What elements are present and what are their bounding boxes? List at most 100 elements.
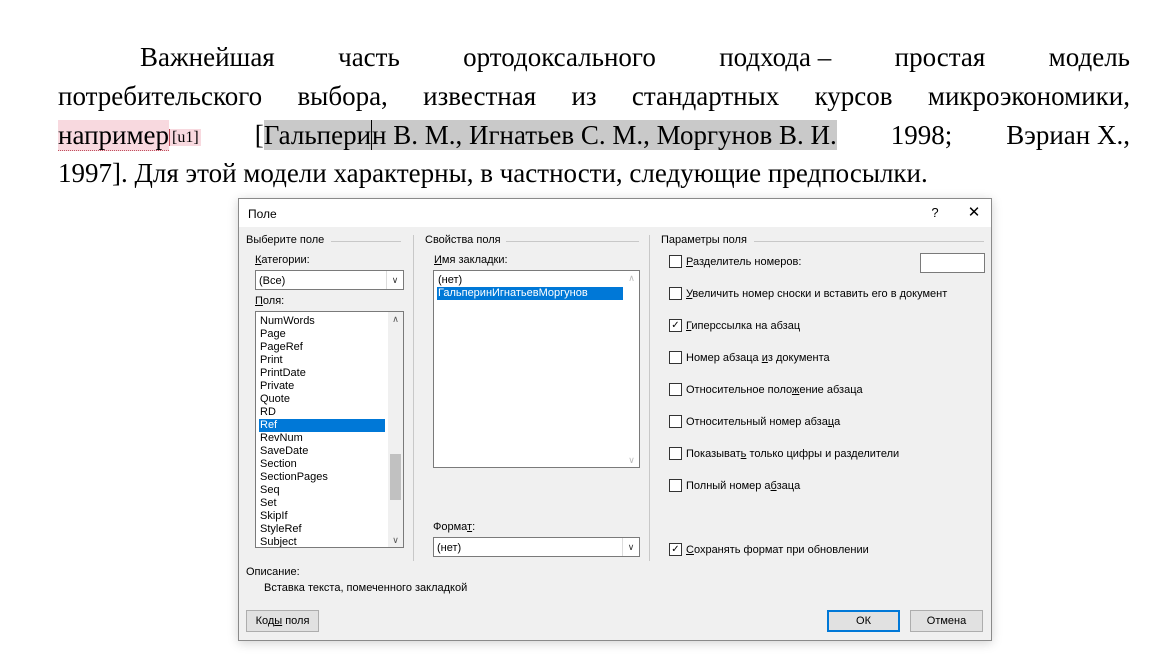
section-divider: [649, 235, 650, 561]
field-list-item[interactable]: PageRef: [259, 341, 385, 354]
section-divider: [506, 241, 639, 242]
chevron-down-icon[interactable]: ∨: [622, 538, 639, 556]
line-1-words: Важнейшая часть ортодоксального подхода – пр…: [140, 40, 1130, 74]
format-dropdown[interactable]: (нет) ∨: [433, 537, 640, 557]
checkbox-checked[interactable]: ✓: [669, 319, 682, 332]
categories-value: (Все): [259, 275, 286, 287]
word: ортодоксального: [463, 42, 656, 72]
number-separator-input[interactable]: [920, 253, 985, 273]
cancel-button[interactable]: Отмена: [910, 610, 983, 632]
checkbox-checked[interactable]: ✓: [669, 543, 682, 556]
word: простая: [894, 42, 986, 72]
bookmark-scrollbar[interactable]: ∧ ∨: [624, 271, 639, 467]
paragraph-line-3: например [u1] [Гальперин В. М., Игнатьев …: [58, 118, 1130, 152]
paragraph-line-4: 1997]. Для этой модели характерны, в час…: [58, 158, 928, 188]
paragraph-line-1: Важнейшая часть ортодоксального подхода – пр…: [140, 40, 1130, 74]
field-list-item[interactable]: Print: [259, 354, 385, 367]
description-text: Вставка текста, помеченного закладкой: [264, 582, 468, 594]
checkmark-icon: ✓: [671, 320, 680, 331]
categories-dropdown[interactable]: (Все) ∨: [255, 270, 404, 290]
field-list-item[interactable]: Private: [259, 380, 385, 393]
field-list-item[interactable]: Ref: [259, 419, 385, 432]
word: подхода –: [719, 42, 832, 72]
field-list-item[interactable]: Section: [259, 458, 385, 471]
citation-shaded-part2: н В. М., Игнатьев С. М., Моргунов В. И.: [371, 120, 837, 150]
word: выбора,: [297, 81, 388, 111]
option-label: Относительный номер абзаца: [686, 416, 841, 428]
citation-field[interactable]: [Гальперин В. М., Игнатьев С. М., Моргун…: [255, 118, 837, 155]
fields-listbox[interactable]: Subject StyleRef SkipIf Set Seq SectionPages S…: [255, 311, 404, 548]
option-label: Полный номер абзаца: [686, 480, 801, 492]
choose-field-title: Выберите поле: [246, 234, 325, 246]
field-list-item[interactable]: Set: [259, 497, 385, 510]
word: курсов: [814, 81, 893, 111]
option-label: Номер абзаца из документа: [686, 352, 830, 364]
option-label: Разделитель номеров:: [686, 256, 802, 268]
field-dialog: Поле ? ✕ Выберите поле Категории: (Все) …: [238, 198, 992, 641]
scroll-up-icon[interactable]: ∧: [388, 312, 403, 326]
comment-reference[interactable]: [u1]: [169, 128, 201, 146]
scroll-thumb[interactable]: [390, 454, 401, 500]
section-divider: [331, 241, 401, 242]
field-list-item[interactable]: NumWords: [259, 315, 385, 328]
section-divider: [413, 235, 414, 561]
option-label: Показывать только цифры и разделители: [686, 448, 900, 460]
field-list-item[interactable]: SectionPages: [259, 471, 385, 484]
ok-button[interactable]: ОК: [827, 610, 900, 632]
format-label: Формат:: [433, 521, 476, 533]
checkbox-unchecked[interactable]: [669, 383, 682, 396]
word: Вэриан Х.,: [1006, 120, 1130, 150]
option-label: Увеличить номер сноски и вставить его в …: [686, 288, 948, 300]
field-list-item[interactable]: RevNum: [259, 432, 385, 445]
checkbox-unchecked[interactable]: [669, 447, 682, 460]
word: известная: [423, 81, 537, 111]
field-list-item[interactable]: RD: [259, 406, 385, 419]
help-button[interactable]: ?: [923, 202, 947, 224]
word: стандартных: [631, 81, 780, 111]
field-list-item[interactable]: Subject: [259, 536, 385, 547]
format-value: (нет): [437, 542, 462, 554]
fields-label: Поля:: [255, 295, 285, 307]
checkmark-icon: ✓: [671, 544, 680, 555]
bookmark-list-item[interactable]: ГальперинИгнатьевМоргунов: [437, 287, 623, 300]
checkbox-unchecked[interactable]: [669, 479, 682, 492]
chevron-down-icon[interactable]: ∨: [386, 271, 403, 289]
bookmark-list-item[interactable]: (нет): [437, 274, 623, 287]
citation-shaded-part1: Гальпери: [263, 120, 372, 150]
bookmark-listbox[interactable]: ГальперинИгнатьевМоргунов (нет) ∧ ∨: [433, 270, 640, 468]
categories-label: Категории:: [255, 254, 310, 266]
bookmark-name-label: Имя закладки:: [434, 254, 508, 266]
scroll-down-icon[interactable]: ∨: [388, 533, 403, 547]
citation-bracket: [: [254, 120, 264, 150]
field-properties-title: Свойства поля: [425, 234, 501, 246]
field-list-item[interactable]: Page: [259, 328, 385, 341]
option-label: Относительное положение абзаца: [686, 384, 863, 396]
scroll-up-icon[interactable]: ∧: [624, 271, 639, 285]
comment-anchor-text[interactable]: например: [58, 120, 170, 151]
section-divider: [754, 241, 984, 242]
description-label: Описание:: [246, 566, 300, 578]
field-list-item[interactable]: PrintDate: [259, 367, 385, 380]
word: модель: [1048, 42, 1130, 72]
field-list-item[interactable]: SaveDate: [259, 445, 385, 458]
checkbox-unchecked[interactable]: [669, 255, 682, 268]
scroll-down-icon[interactable]: ∨: [624, 453, 639, 467]
checkbox-unchecked[interactable]: [669, 351, 682, 364]
field-list-item[interactable]: StyleRef: [259, 523, 385, 536]
field-options-title: Параметры поля: [661, 234, 747, 246]
field-codes-button[interactable]: Коды поля: [246, 610, 319, 632]
word: Важнейшая: [140, 42, 275, 72]
option-label: Гиперссылка на абзац: [686, 320, 801, 332]
checkbox-unchecked[interactable]: [669, 287, 682, 300]
field-list-item[interactable]: SkipIf: [259, 510, 385, 523]
dialog-title: Поле: [248, 207, 277, 221]
paragraph-line-2: потребительского выбора, известная из станда…: [58, 79, 1130, 113]
field-list-item[interactable]: Seq: [259, 484, 385, 497]
word: потребительского: [58, 81, 263, 111]
line-2-words: потребительского выбора, известная из станда…: [58, 79, 1130, 113]
dialog-titlebar[interactable]: Поле ? ✕: [239, 199, 991, 227]
checkbox-unchecked[interactable]: [669, 415, 682, 428]
close-button[interactable]: ✕: [961, 202, 987, 224]
fields-scrollbar[interactable]: ∧ ∨: [388, 312, 403, 547]
field-list-item[interactable]: Quote: [259, 393, 385, 406]
